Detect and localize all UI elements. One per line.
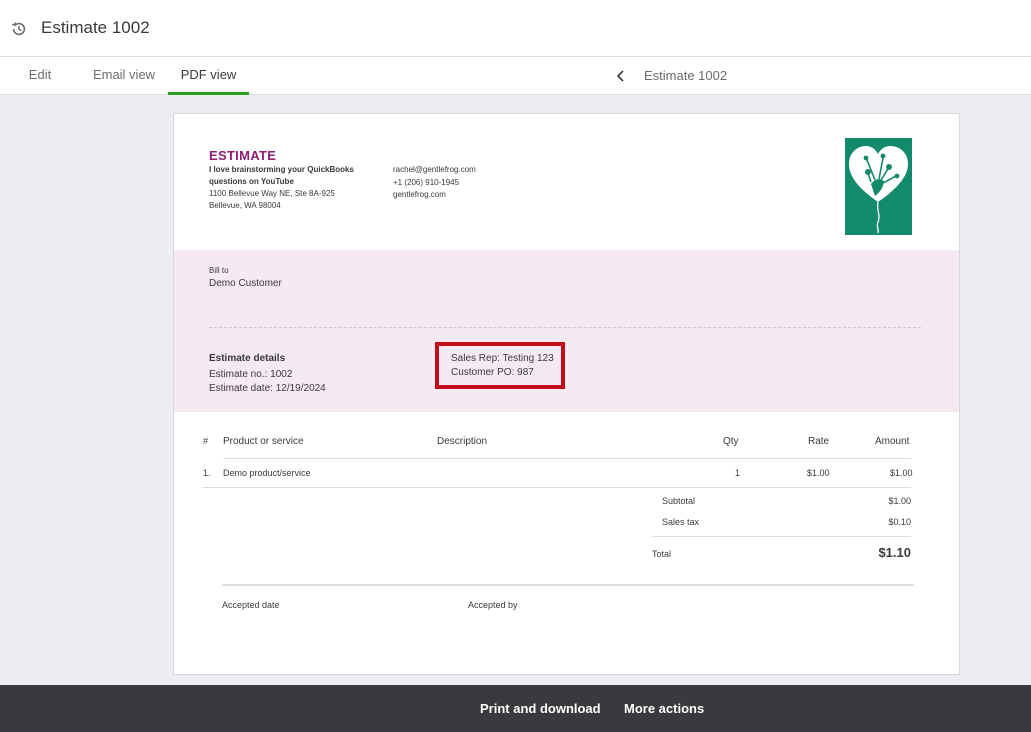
column-header-rate: Rate (808, 436, 830, 447)
page-title: Estimate 1002 (41, 18, 150, 37)
table-header-divider (223, 458, 911, 459)
document-heading: ESTIMATE (209, 148, 277, 163)
total-value: $1.10 (878, 545, 911, 560)
bill-to-label: Bill to (209, 266, 229, 275)
estimate-number: Estimate no.: 1002 (209, 369, 293, 380)
nav-title: Estimate 1002 (644, 68, 728, 83)
frog-heart-logo-icon (849, 146, 908, 234)
column-header-product: Product or service (223, 436, 304, 447)
custom-fields-highlight: Sales Rep: Testing 123 Customer PO: 987 (435, 342, 565, 389)
contact-phone: +1 (206) 910-1945 (393, 177, 460, 187)
footer-action-bar: Print and download More actions (0, 685, 1031, 732)
totals-divider (652, 536, 911, 537)
sales-rep-field: Sales Rep: Testing 123 (451, 353, 554, 364)
column-header-number: # (203, 436, 209, 446)
more-actions-button[interactable]: More actions (624, 685, 704, 732)
sales-tax-label: Sales tax (662, 517, 700, 527)
row-rate: $1.00 (807, 468, 830, 478)
tab-email-view[interactable]: Email view (84, 57, 164, 95)
history-icon (11, 22, 26, 36)
contact-email: rachel@gentlefrog.com (393, 165, 476, 174)
company-address1: 1100 Bellevue Way NE, Ste 8A-925 (209, 189, 335, 198)
bill-to-section: Bill to Demo Customer Estimate details E… (174, 250, 959, 412)
customer-po-field: Customer PO: 987 (451, 367, 534, 378)
estimate-details-title: Estimate details (209, 353, 286, 364)
estimate-date: Estimate date: 12/19/2024 (209, 383, 326, 394)
column-header-qty: Qty (723, 436, 739, 447)
company-info: I love brainstorming your QuickBooks que… (209, 164, 369, 212)
company-logo (845, 138, 912, 235)
contact-website: gentlefrog.com (393, 190, 446, 199)
contact-info: rachel@gentlefrog.com +1 (206) 910-1945 … (393, 164, 476, 202)
row-qty: 1 (735, 468, 741, 478)
accepted-date-label: Accepted date (222, 600, 280, 610)
view-tabs: Edit Email view PDF view Estimate 1002 (0, 57, 1031, 95)
row-amount: $1.00 (890, 468, 913, 478)
company-name-line1: I love brainstorming your QuickBooks (209, 165, 354, 174)
column-header-amount: Amount (875, 436, 910, 447)
company-address2: Bellevue, WA 98004 (209, 201, 281, 210)
company-name-line2: questions on YouTube (209, 177, 294, 186)
print-and-download-button[interactable]: Print and download (480, 685, 601, 732)
subtotal-value: $1.00 (888, 496, 911, 506)
bill-to-name: Demo Customer (209, 278, 282, 289)
total-label: Total (652, 549, 672, 559)
table-row-divider (203, 487, 911, 488)
subtotal-label: Subtotal (662, 496, 696, 506)
column-header-description: Description (437, 436, 488, 447)
row-product: Demo product/service (223, 468, 311, 478)
tab-edit[interactable]: Edit (16, 57, 64, 95)
section-divider (209, 327, 921, 328)
tab-pdf-view[interactable]: PDF view (168, 57, 249, 95)
chevron-left-icon[interactable] (614, 69, 628, 83)
sales-tax-value: $0.10 (888, 517, 911, 527)
acceptance-divider (222, 584, 914, 586)
estimate-document: ESTIMATE I love brainstorming your Quick… (173, 113, 960, 675)
top-bar: Estimate 1002 (0, 0, 1031, 57)
row-number: 1. (203, 468, 211, 478)
accepted-by-label: Accepted by (468, 600, 518, 610)
